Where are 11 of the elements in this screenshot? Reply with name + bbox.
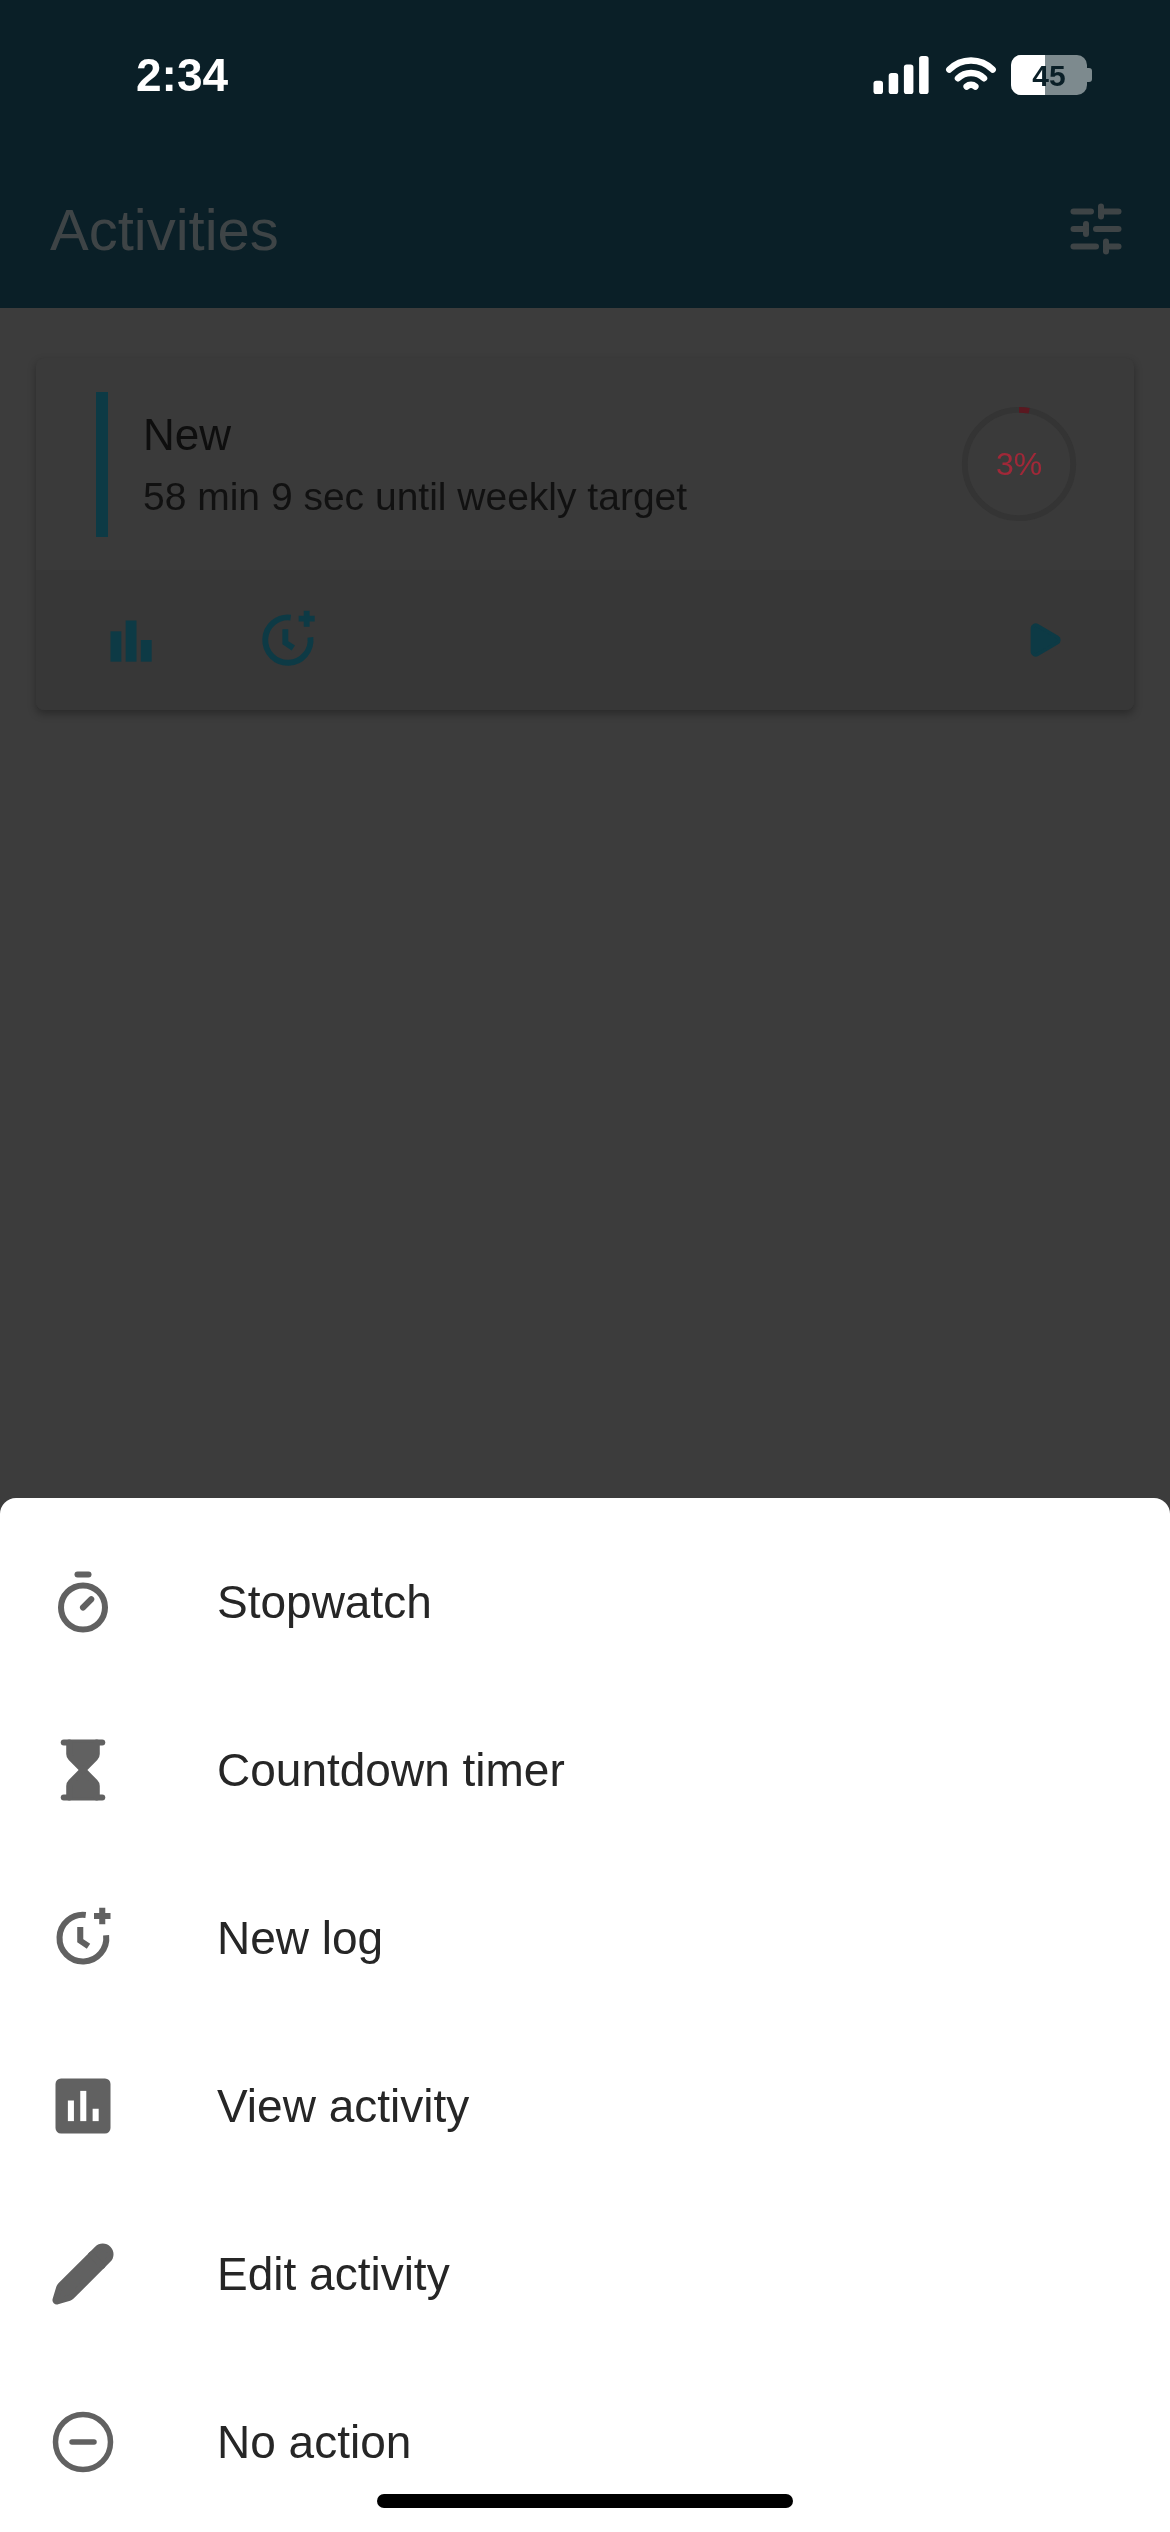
minus-circle-icon xyxy=(50,2409,116,2475)
pencil-icon xyxy=(50,2241,116,2307)
sheet-option[interactable]: Edit activity xyxy=(0,2190,1170,2358)
sheet-option[interactable]: New log xyxy=(0,1854,1170,2022)
status-time: 2:34 xyxy=(136,47,229,103)
sheet-option[interactable]: Countdown timer xyxy=(0,1686,1170,1854)
progress-ring: 3% xyxy=(959,404,1079,524)
sheet-option[interactable]: View activity xyxy=(0,2022,1170,2190)
sheet-option[interactable]: No action xyxy=(0,2358,1170,2526)
sheet-option[interactable]: Stopwatch xyxy=(0,1518,1170,1686)
signal-icon xyxy=(873,56,931,94)
